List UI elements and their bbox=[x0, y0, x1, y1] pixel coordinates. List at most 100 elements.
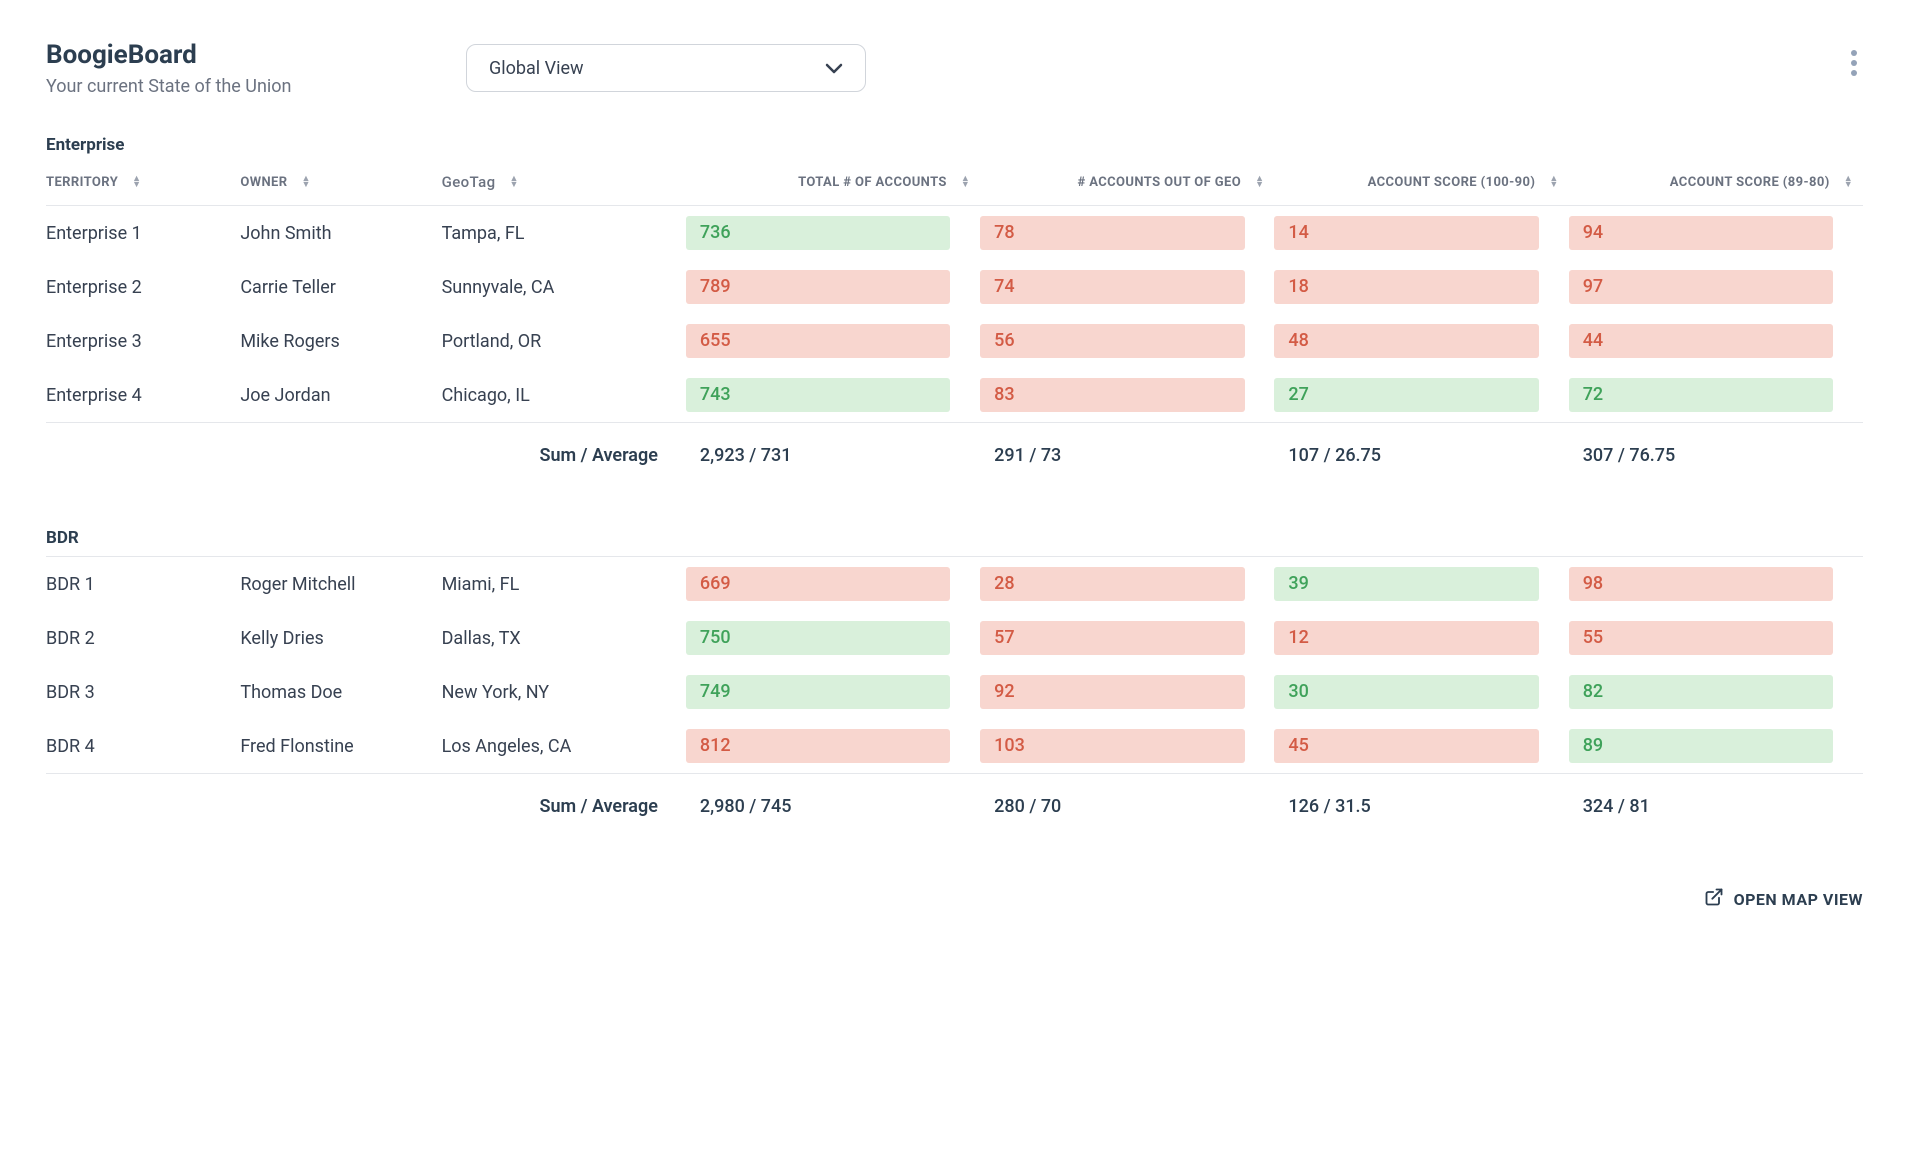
cell-territory: Enterprise 3 bbox=[46, 314, 240, 368]
cell-geo: Los Angeles, CA bbox=[442, 719, 686, 774]
cell-score-89-80: 89 bbox=[1569, 729, 1833, 763]
cell-owner: Roger Mitchell bbox=[240, 557, 441, 611]
cell-out-of-geo: 28 bbox=[980, 567, 1244, 601]
cell-score-100-90: 39 bbox=[1274, 567, 1538, 601]
col-score-100-90[interactable]: ACCOUNT SCORE (100-90)▲▼ bbox=[1274, 163, 1568, 206]
summary-label: Sum / Average bbox=[442, 423, 686, 489]
cell-total-accounts: 750 bbox=[686, 621, 950, 655]
table-row[interactable]: BDR 2Kelly DriesDallas, TX750 57 12 55 bbox=[46, 611, 1863, 665]
col-owner[interactable]: OWNER▲▼ bbox=[240, 163, 441, 206]
table-row[interactable]: BDR 4Fred FlonstineLos Angeles, CA812103… bbox=[46, 719, 1863, 774]
cell-total-accounts: 655 bbox=[686, 324, 950, 358]
table-row[interactable]: Enterprise 3Mike RogersPortland, OR65556… bbox=[46, 314, 1863, 368]
cell-score-100-90: 45 bbox=[1274, 729, 1538, 763]
cell-owner: John Smith bbox=[240, 206, 441, 261]
cell-geo: Miami, FL bbox=[442, 557, 686, 611]
cell-total-accounts: 736 bbox=[686, 216, 950, 250]
section-title-enterprise: Enterprise bbox=[46, 135, 1863, 155]
table-row[interactable]: BDR 1Roger MitchellMiami, FL669 28 39 98 bbox=[46, 557, 1863, 611]
cell-geo: New York, NY bbox=[442, 665, 686, 719]
cell-territory: Enterprise 1 bbox=[46, 206, 240, 261]
cell-owner: Thomas Doe bbox=[240, 665, 441, 719]
dot-icon bbox=[1851, 60, 1857, 66]
cell-territory: Enterprise 4 bbox=[46, 368, 240, 423]
cell-geo: Tampa, FL bbox=[442, 206, 686, 261]
open-map-view-button[interactable]: OPEN MAP VIEW bbox=[1704, 887, 1863, 911]
cell-score-89-80: 72 bbox=[1569, 378, 1833, 412]
summary-label: Sum / Average bbox=[442, 774, 686, 840]
cell-territory: BDR 4 bbox=[46, 719, 240, 774]
view-selector-label: Global View bbox=[489, 58, 584, 79]
cell-score-100-90: 27 bbox=[1274, 378, 1538, 412]
view-selector[interactable]: Global View bbox=[466, 44, 866, 92]
cell-score-89-80: 55 bbox=[1569, 621, 1833, 655]
table-row[interactable]: Enterprise 2Carrie TellerSunnyvale, CA78… bbox=[46, 260, 1863, 314]
cell-territory: BDR 2 bbox=[46, 611, 240, 665]
more-options-button[interactable] bbox=[1845, 44, 1863, 82]
dot-icon bbox=[1851, 50, 1857, 56]
cell-total-accounts: 669 bbox=[686, 567, 950, 601]
summary-s1: 126 / 31.5 bbox=[1274, 774, 1568, 840]
cell-total-accounts: 812 bbox=[686, 729, 950, 763]
table-row[interactable]: Enterprise 1John SmithTampa, FL736 78 14 94 bbox=[46, 206, 1863, 261]
cell-geo: Dallas, TX bbox=[442, 611, 686, 665]
page-subtitle: Your current State of the Union bbox=[46, 76, 466, 97]
cell-total-accounts: 789 bbox=[686, 270, 950, 304]
cell-out-of-geo: 83 bbox=[980, 378, 1244, 412]
bdr-table: BDR 1Roger MitchellMiami, FL669283998BDR… bbox=[46, 556, 1863, 839]
cell-out-of-geo: 103 bbox=[980, 729, 1244, 763]
sort-icon: ▲▼ bbox=[1549, 176, 1558, 188]
table-row[interactable]: BDR 3Thomas DoeNew York, NY749 92 30 82 bbox=[46, 665, 1863, 719]
sort-icon: ▲▼ bbox=[132, 176, 141, 188]
col-out-of-geo[interactable]: # ACCOUNTS OUT OF GEO▲▼ bbox=[980, 163, 1274, 206]
cell-score-100-90: 30 bbox=[1274, 675, 1538, 709]
sort-icon: ▲▼ bbox=[1844, 176, 1853, 188]
cell-score-89-80: 97 bbox=[1569, 270, 1833, 304]
summary-s2: 324 / 81 bbox=[1569, 774, 1863, 840]
summary-row: Sum / Average 2,980 / 745 280 / 70 126 /… bbox=[46, 774, 1863, 840]
cell-score-89-80: 98 bbox=[1569, 567, 1833, 601]
cell-geo: Sunnyvale, CA bbox=[442, 260, 686, 314]
enterprise-table: TERRITORY▲▼ OWNER▲▼ GeoTag▲▼ TOTAL # OF … bbox=[46, 163, 1863, 488]
cell-owner: Joe Jordan bbox=[240, 368, 441, 423]
summary-s2: 307 / 76.75 bbox=[1569, 423, 1863, 489]
cell-score-100-90: 12 bbox=[1274, 621, 1538, 655]
sort-icon: ▲▼ bbox=[301, 176, 310, 188]
col-total-accounts[interactable]: TOTAL # OF ACCOUNTS▲▼ bbox=[686, 163, 980, 206]
summary-out: 280 / 70 bbox=[980, 774, 1274, 840]
cell-territory: BDR 3 bbox=[46, 665, 240, 719]
summary-s1: 107 / 26.75 bbox=[1274, 423, 1568, 489]
summary-total: 2,980 / 745 bbox=[686, 774, 980, 840]
cell-territory: Enterprise 2 bbox=[46, 260, 240, 314]
cell-owner: Kelly Dries bbox=[240, 611, 441, 665]
cell-out-of-geo: 78 bbox=[980, 216, 1244, 250]
open-map-view-label: OPEN MAP VIEW bbox=[1734, 890, 1863, 909]
cell-out-of-geo: 92 bbox=[980, 675, 1244, 709]
col-territory[interactable]: TERRITORY▲▼ bbox=[46, 163, 240, 206]
summary-out: 291 / 73 bbox=[980, 423, 1274, 489]
cell-out-of-geo: 57 bbox=[980, 621, 1244, 655]
cell-territory: BDR 1 bbox=[46, 557, 240, 611]
cell-geo: Chicago, IL bbox=[442, 368, 686, 423]
sort-icon: ▲▼ bbox=[961, 176, 970, 188]
external-link-icon bbox=[1704, 887, 1724, 911]
cell-owner: Carrie Teller bbox=[240, 260, 441, 314]
cell-score-89-80: 82 bbox=[1569, 675, 1833, 709]
chevron-down-icon bbox=[825, 56, 843, 80]
table-row[interactable]: Enterprise 4Joe JordanChicago, IL743 83 27… bbox=[46, 368, 1863, 423]
cell-score-100-90: 14 bbox=[1274, 216, 1538, 250]
cell-total-accounts: 749 bbox=[686, 675, 950, 709]
cell-out-of-geo: 56 bbox=[980, 324, 1244, 358]
col-geotag[interactable]: GeoTag▲▼ bbox=[442, 163, 686, 206]
section-title-bdr: BDR bbox=[46, 528, 1863, 548]
cell-score-89-80: 44 bbox=[1569, 324, 1833, 358]
cell-score-100-90: 18 bbox=[1274, 270, 1538, 304]
sort-icon: ▲▼ bbox=[510, 176, 519, 188]
summary-total: 2,923 / 731 bbox=[686, 423, 980, 489]
cell-total-accounts: 743 bbox=[686, 378, 950, 412]
summary-row: Sum / Average 2,923 / 731 291 / 73 107 /… bbox=[46, 423, 1863, 489]
cell-score-89-80: 94 bbox=[1569, 216, 1833, 250]
dot-icon bbox=[1851, 70, 1857, 76]
col-score-89-80[interactable]: ACCOUNT SCORE (89-80)▲▼ bbox=[1569, 163, 1863, 206]
sort-icon: ▲▼ bbox=[1255, 176, 1264, 188]
